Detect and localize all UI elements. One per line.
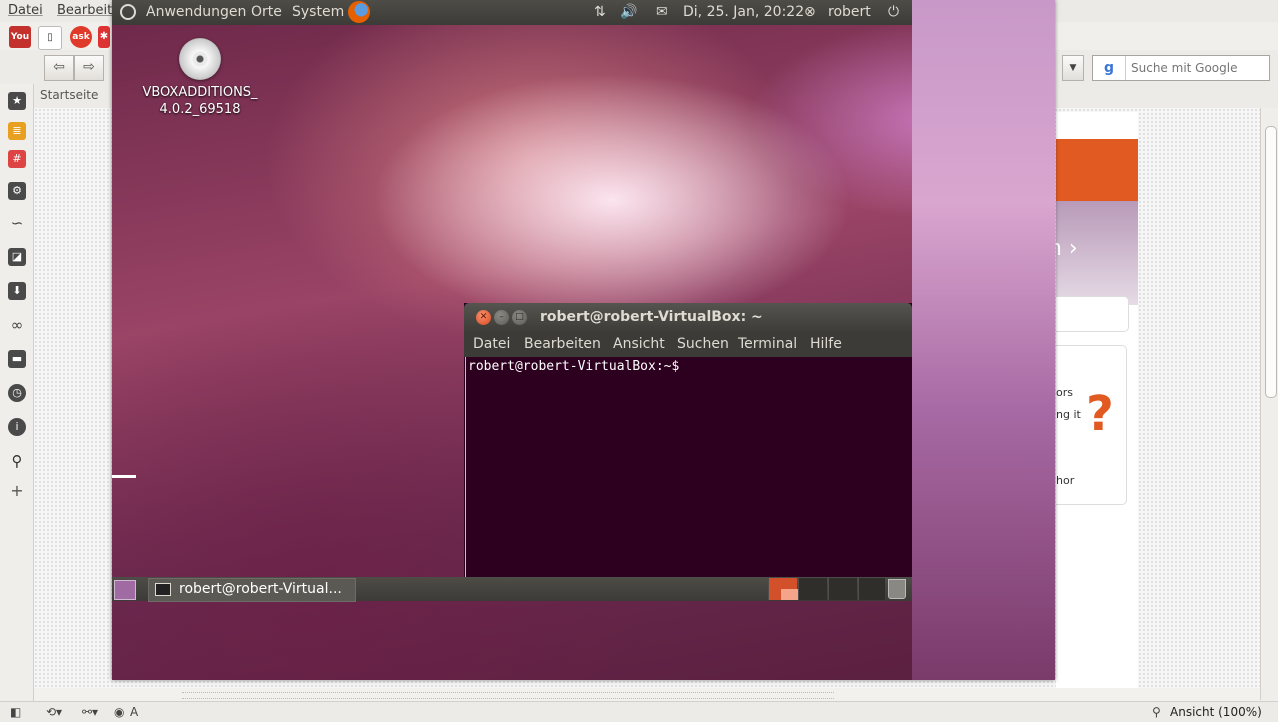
workspace-4[interactable]: [858, 578, 885, 600]
back-button[interactable]: ⇦: [44, 55, 74, 81]
term-menu-datei[interactable]: Datei: [473, 336, 510, 352]
volume-icon[interactable]: 🔊: [620, 4, 637, 20]
star-icon[interactable]: ★: [8, 92, 26, 110]
close-icon[interactable]: ✕: [476, 310, 491, 325]
user-status-icon[interactable]: ⊗: [804, 4, 816, 20]
link-icon[interactable]: ∞: [8, 316, 26, 334]
bookmark-startseite[interactable]: Startseite: [40, 88, 98, 102]
workspace-1[interactable]: [768, 578, 803, 600]
desktop-icon-label-line1: VBOXADDITIONS_: [142, 85, 258, 100]
magnifier-icon[interactable]: ⚲: [8, 452, 26, 470]
guest-wallpaper-edge: [912, 0, 1055, 680]
page-orange-banner: [1056, 139, 1138, 201]
menu-anwendungen[interactable]: Anwendungen: [146, 4, 246, 20]
desktop-icon-label-line2: 4.0.2_69518: [159, 102, 241, 117]
forward-button[interactable]: ⇨: [74, 55, 104, 81]
page-snippet: hor: [1056, 474, 1075, 487]
taskbar-item-terminal[interactable]: robert@robert-Virtual...: [148, 578, 356, 602]
show-desktop-icon[interactable]: [114, 580, 136, 600]
menu-orte[interactable]: Orte: [251, 4, 282, 20]
host-menu-bearbeiten[interactable]: Bearbeit: [57, 3, 112, 18]
zoom-icon[interactable]: ⚲: [1152, 705, 1161, 719]
trash-icon[interactable]: [888, 579, 906, 599]
host-sidebar: ★ ≣ # ⚙ ∽ ◪ ⬇ ∞ ▬ ◷ i ⚲ +: [0, 84, 34, 702]
help-icon: ?: [1086, 386, 1114, 442]
terminal-prompt: robert@robert-VirtualBox:~$: [468, 359, 680, 374]
firefox-icon[interactable]: [348, 1, 370, 23]
clock-icon[interactable]: ◷: [8, 384, 26, 402]
terminal-menubar: Datei Bearbeiten Ansicht Suchen Terminal…: [464, 333, 912, 357]
term-menu-suchen[interactable]: Suchen: [677, 336, 729, 352]
mail-icon[interactable]: ✉: [656, 4, 668, 20]
note-icon[interactable]: ◪: [8, 248, 26, 266]
host-statusbar: ◧ ⟲▾ ⚯▾ ◉ A ⚲ Ansicht (100%): [0, 701, 1278, 722]
folder-icon[interactable]: ▬: [8, 350, 26, 368]
ubuntu-bottom-panel: robert@robert-Virtual...: [112, 577, 912, 602]
term-menu-terminal[interactable]: Terminal: [738, 336, 797, 352]
ubuntu-logo-icon[interactable]: [120, 4, 136, 20]
maximize-icon[interactable]: □: [512, 310, 527, 325]
urlbar-dropdown-button[interactable]: ▼: [1062, 55, 1084, 81]
minimize-icon[interactable]: –: [494, 310, 509, 325]
host-vertical-scrollbar[interactable]: [1260, 108, 1278, 700]
language-indicator[interactable]: A: [130, 705, 138, 719]
term-menu-ansicht[interactable]: Ansicht: [613, 336, 665, 352]
workspace-3[interactable]: [828, 578, 857, 600]
ubuntu-top-panel: Anwendungen Orte System ⇅ 🔊 ✉ Di, 25. Ja…: [112, 0, 912, 25]
workspace-2[interactable]: [798, 578, 827, 600]
scrollbar-thumb[interactable]: [1265, 126, 1277, 398]
gear-icon[interactable]: ⚙: [8, 182, 26, 200]
page-snippet: ors: [1056, 386, 1073, 399]
menu-system[interactable]: System: [292, 4, 344, 20]
panel-username[interactable]: robert: [828, 4, 871, 20]
sidebar-toggle-icon[interactable]: ◧: [10, 705, 21, 719]
hscroll-track[interactable]: [182, 692, 834, 699]
mouse-cursor: [112, 475, 136, 478]
info-icon[interactable]: i: [8, 418, 26, 436]
term-menu-bearbeiten[interactable]: Bearbeiten: [524, 336, 601, 352]
grid-icon[interactable]: #: [8, 150, 26, 168]
globe-icon[interactable]: ◉: [114, 705, 124, 719]
terminal-body[interactable]: robert@robert-VirtualBox:~$: [465, 357, 912, 577]
google-icon[interactable]: g: [1093, 56, 1126, 80]
download-icon[interactable]: ⬇: [8, 282, 26, 300]
host-menu-datei[interactable]: Datei: [8, 3, 43, 18]
network-updown-icon[interactable]: ⇅: [594, 4, 606, 20]
taskbar-item-label: robert@robert-Virtual...: [179, 581, 342, 597]
terminal-icon: [155, 583, 171, 596]
addon-icon[interactable]: ✱: [98, 26, 110, 48]
notes-icon[interactable]: ≣: [8, 122, 26, 140]
add-icon[interactable]: +: [8, 482, 26, 500]
sync-icon[interactable]: ⟲▾: [46, 705, 62, 719]
host-horizontal-scrollbar[interactable]: [34, 688, 1260, 701]
page-snippet: ng it: [1056, 408, 1081, 421]
zoom-label[interactable]: Ansicht (100%): [1170, 705, 1262, 719]
panel-datetime[interactable]: Di, 25. Jan, 20:22: [683, 4, 804, 20]
terminal-titlebar[interactable]: ✕ – □ robert@robert-VirtualBox: ~: [464, 303, 912, 333]
network-icon[interactable]: ⚯▾: [82, 705, 98, 719]
search-box: g: [1092, 55, 1270, 81]
page-box: [1056, 296, 1129, 332]
page-icon[interactable]: ▯: [38, 26, 62, 50]
youtube-icon[interactable]: You: [9, 26, 31, 48]
cd-rom-icon[interactable]: [179, 38, 221, 80]
terminal-window: ✕ – □ robert@robert-VirtualBox: ~ Datei …: [464, 303, 912, 577]
terminal-title: robert@robert-VirtualBox: ~: [540, 309, 763, 325]
power-icon[interactable]: ⏻: [888, 4, 899, 20]
share-icon[interactable]: ∽: [8, 214, 26, 232]
ask-icon[interactable]: ask: [70, 26, 92, 48]
term-menu-hilfe[interactable]: Hilfe: [810, 336, 842, 352]
desktop-icon-label[interactable]: VBOXADDITIONS_ 4.0.2_69518: [130, 84, 270, 118]
search-input[interactable]: [1129, 56, 1269, 80]
